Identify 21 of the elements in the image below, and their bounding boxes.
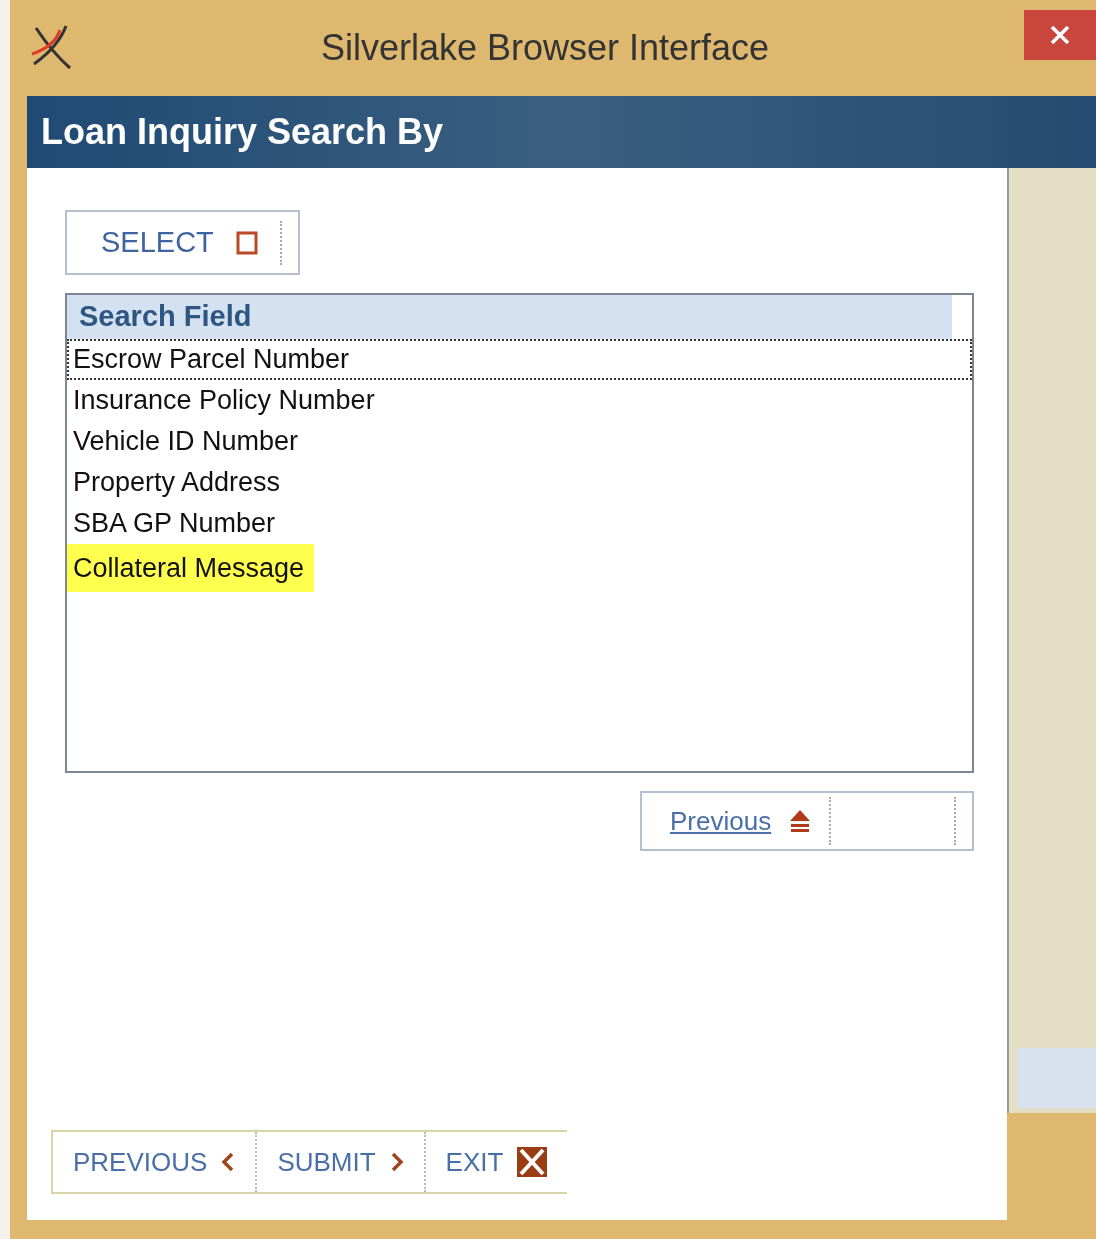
footer-button[interactable]: PREVIOUS <box>53 1142 256 1182</box>
chevron-right-icon <box>389 1151 404 1173</box>
exit-icon <box>517 1147 548 1177</box>
list-item[interactable]: Collateral Message <box>67 544 314 592</box>
list-item[interactable]: SBA GP Number <box>67 503 972 544</box>
header-title: Loan Inquiry Search By <box>41 110 444 154</box>
eject-up-icon <box>789 809 812 833</box>
list-item[interactable]: Property Address <box>67 462 972 503</box>
footer-button[interactable]: SUBMIT <box>257 1142 424 1182</box>
select-button[interactable]: SELECT <box>65 210 300 275</box>
chevron-left-icon <box>221 1151 236 1173</box>
list-item[interactable]: Vehicle ID Number <box>67 421 972 462</box>
list-item[interactable]: Escrow Parcel Number <box>67 339 972 380</box>
previous-link[interactable]: Previous <box>670 801 772 841</box>
app-logo-icon <box>30 24 74 72</box>
list-item[interactable]: Insurance Policy Number <box>67 380 972 421</box>
close-icon <box>1050 25 1070 45</box>
window-title: Silverlake Browser Interface <box>319 26 771 70</box>
footer-button[interactable]: EXIT <box>425 1142 568 1182</box>
square-icon <box>235 230 258 255</box>
close-button[interactable] <box>1024 10 1096 60</box>
